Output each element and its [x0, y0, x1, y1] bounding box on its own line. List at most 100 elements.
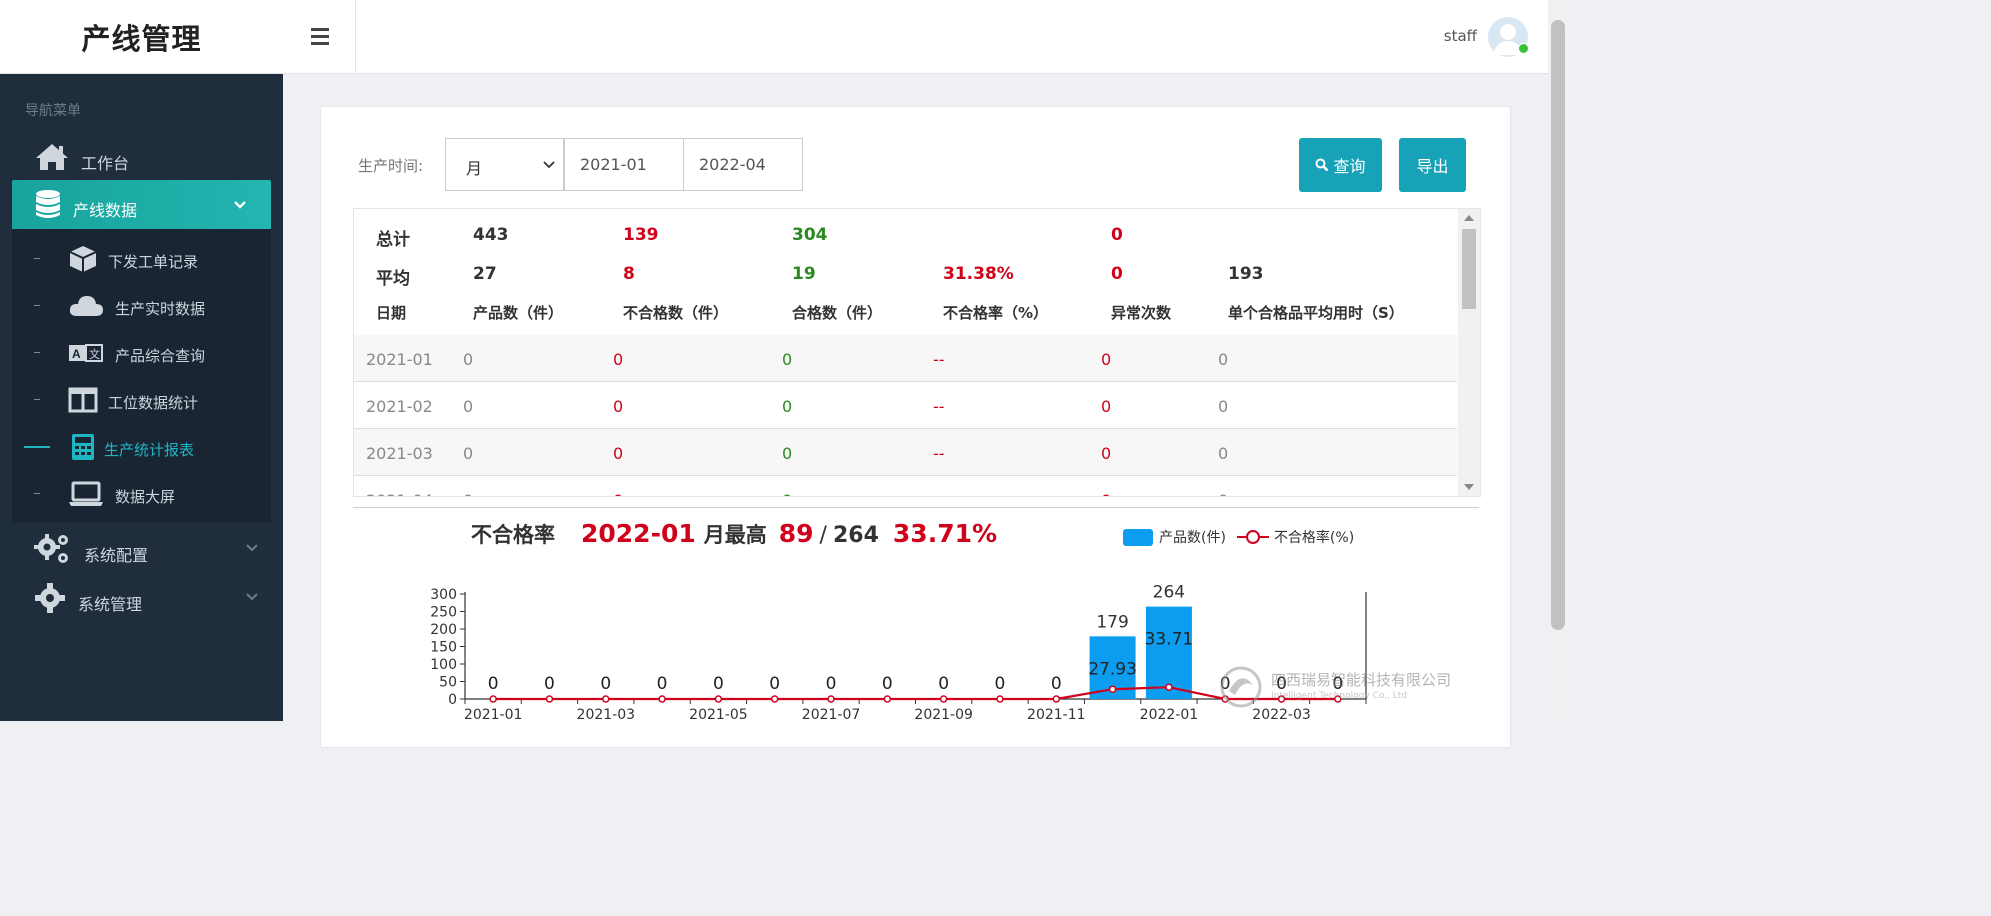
sidebar-subitem-label: 工位数据统计: [108, 394, 199, 412]
rate-point: [658, 695, 666, 703]
rate-value-label: 0: [657, 674, 668, 694]
legend-label-defect-rate[interactable]: 不合格率(%): [1274, 527, 1354, 547]
sidebar-subitem-data-screen[interactable]: 数据大屏: [12, 475, 271, 515]
average-anomalies: 0: [1111, 264, 1123, 284]
table-row[interactable]: 2021-02 0 0 0 -- 0 0: [354, 382, 1457, 429]
total-anomalies: 0: [1111, 225, 1123, 245]
home-icon: [36, 144, 68, 170]
end-date-input[interactable]: 2022-04: [683, 138, 803, 191]
sidebar-subitem-work-orders[interactable]: 下发工单记录: [12, 240, 271, 280]
y-tick-label: 50: [439, 675, 457, 691]
y-tick-label: 150: [430, 640, 457, 656]
average-products: 27: [473, 264, 497, 284]
report-table: 总计 443 139 304 0 平均 27 8 19 31.38% 0 193…: [353, 208, 1481, 497]
bullet-dash: [34, 258, 40, 259]
gears-icon: [34, 534, 68, 563]
export-button[interactable]: 导出: [1399, 138, 1466, 192]
sidebar-subitem-realtime[interactable]: 生产实时数据: [12, 287, 271, 327]
sidebar-item-system-manage[interactable]: 系统管理: [0, 579, 283, 619]
bar-value-label: 179: [1096, 612, 1128, 632]
chart-title-rate: 33.71%: [892, 519, 998, 548]
sidebar-item-line-data[interactable]: 产线数据: [12, 180, 271, 230]
bar: [1145, 606, 1192, 699]
scroll-up-arrow-icon[interactable]: [1464, 215, 1474, 221]
submenu: 下发工单记录 生产实时数据 A 文 产品综合查询 工位数据统计 生产统计报表 数…: [12, 229, 271, 523]
table-row[interactable]: 2021-03 0 0 0 -- 0 0: [354, 429, 1457, 476]
query-button-label: 查询: [1333, 157, 1366, 176]
legend-label-products[interactable]: 产品数(件): [1159, 527, 1226, 547]
period-select[interactable]: 月: [445, 138, 564, 191]
total-products: 443: [473, 225, 509, 245]
hamburger-line: [311, 28, 329, 31]
sidebar-item-system-config[interactable]: 系统配置: [0, 530, 283, 570]
sidebar-item-label: 产线数据: [73, 201, 138, 220]
watermark-english: Intelligent Technology Co., Ltd: [1271, 691, 1408, 701]
cell-date: 2021-02: [366, 397, 433, 416]
cell-avg-time: 0: [1218, 350, 1229, 369]
x-tick-label: 2022-01: [1140, 707, 1199, 723]
chart-title-defects: 89: [778, 519, 814, 548]
database-icon: [36, 190, 60, 218]
column-header-qualified: 合格数（件）: [792, 304, 883, 322]
cell-qualified: 0: [782, 444, 793, 463]
sidebar-item-label: 工作台: [81, 154, 130, 173]
bullet-dash: [34, 493, 40, 494]
company-logo-icon: [1220, 666, 1262, 708]
average-qualified: 19: [792, 264, 816, 284]
chart-title: 不合格率 2022-01 月最高 89 / 264 33.71%: [471, 519, 997, 559]
table-header: 总计 443 139 304 0 平均 27 8 19 31.38% 0 193…: [354, 209, 1457, 337]
chevron-down-icon: [234, 201, 246, 209]
search-icon: [1315, 158, 1329, 172]
sidebar-subitem-label: 产品综合查询: [115, 347, 206, 365]
y-tick-label: 250: [430, 605, 457, 621]
scrollbar-thumb[interactable]: [1551, 20, 1565, 630]
table-row[interactable]: 2021-01 0 0 0 -- 0 0: [354, 335, 1457, 382]
y-tick-label: 300: [430, 587, 457, 603]
chart-title-prefix: 不合格率: [471, 523, 555, 547]
cell-anomalies: 0: [1101, 444, 1112, 463]
cell-rate: --: [933, 350, 945, 369]
cell-defects: 0: [613, 397, 624, 416]
query-button[interactable]: 查询: [1299, 138, 1382, 192]
scroll-down-arrow-icon[interactable]: [1464, 484, 1474, 490]
rate-value-label: 0: [600, 674, 611, 694]
sidebar-subitem-station-stats[interactable]: 工位数据统计: [12, 381, 271, 421]
online-status-dot: [1518, 43, 1529, 54]
chart-legend: 产品数(件) 不合格率(%): [1123, 527, 1354, 547]
rate-value-label: 0: [1051, 674, 1062, 694]
cell-rate: --: [933, 444, 945, 463]
sidebar-subitem-production-report[interactable]: 生产统计报表: [12, 428, 271, 468]
svg-text:A: A: [72, 347, 81, 361]
user-name[interactable]: staff: [1444, 27, 1477, 45]
cell-avg-time: 0: [1218, 491, 1228, 496]
cell-avg-time: 0: [1218, 444, 1229, 463]
table-row[interactable]: 2021-04 0 0 0 -- 0 0: [354, 476, 1457, 496]
y-tick-label: 0: [448, 692, 457, 708]
rate-point: [602, 695, 610, 703]
svg-text:文: 文: [89, 347, 100, 361]
menu-toggle-button[interactable]: [283, 0, 356, 73]
scrollbar-thumb[interactable]: [1462, 229, 1476, 309]
start-date-input[interactable]: 2021-01: [564, 138, 684, 191]
cell-products: 0: [463, 491, 473, 496]
cell-rate: --: [933, 491, 945, 496]
column-header-anomalies: 异常次数: [1111, 304, 1172, 322]
rate-point: [489, 695, 497, 703]
app-title: 产线管理: [0, 0, 283, 74]
total-label: 总计: [376, 230, 410, 250]
report-card: 生产时间: 月 2021-01 2022-04 查询 导出 总计 443 139…: [320, 106, 1511, 748]
x-tick-label: 2021-01: [464, 707, 523, 723]
cell-anomalies: 0: [1101, 350, 1112, 369]
sidebar-item-workbench[interactable]: 工作台: [0, 138, 283, 178]
page-scrollbar[interactable]: [1548, 0, 1568, 721]
column-header-defect-rate: 不合格率（%）: [943, 304, 1049, 322]
sidebar-subitem-product-query[interactable]: A 文 产品综合查询: [12, 334, 271, 374]
rate-value-label: 27.93: [1088, 659, 1137, 679]
y-tick-label: 200: [430, 622, 457, 638]
chart-title-month: 2022-01: [581, 519, 696, 548]
rate-point: [1052, 695, 1061, 703]
sidebar-item-label: 系统配置: [84, 546, 149, 565]
bullet-dash: [24, 446, 50, 448]
sidebar-subitem-label: 生产实时数据: [115, 300, 206, 318]
table-scrollbar[interactable]: [1458, 209, 1480, 496]
